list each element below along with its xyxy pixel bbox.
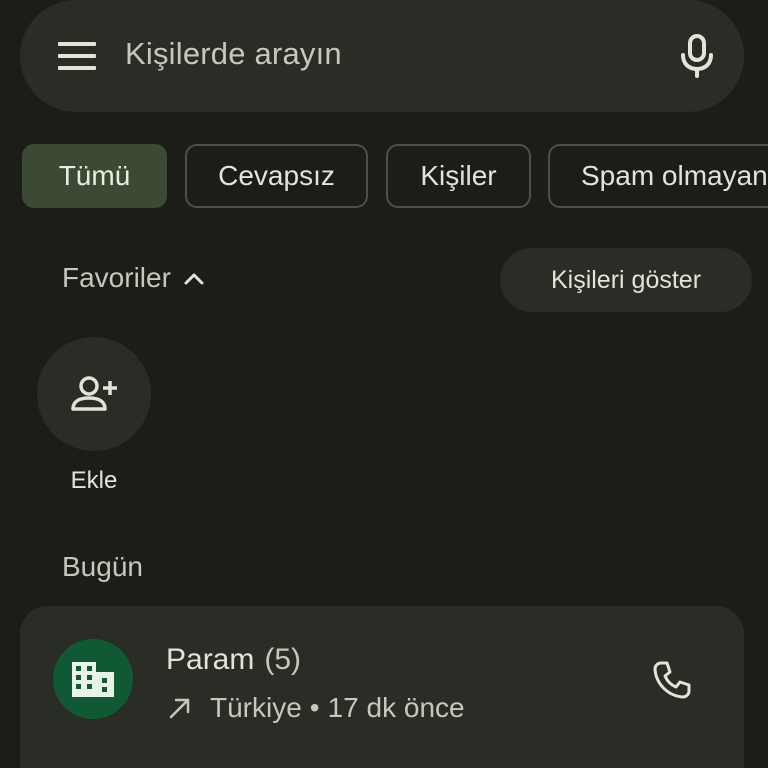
chip-missed[interactable]: Cevapsız [185, 144, 368, 208]
chip-label: Tümü [58, 160, 131, 191]
chip-all[interactable]: Tümü [22, 144, 167, 208]
avatar[interactable] [53, 639, 133, 719]
add-favorite-label: Ekle [70, 467, 118, 494]
show-contacts-button[interactable]: Kişileri göster [500, 248, 752, 312]
chevron-up-icon [184, 273, 204, 285]
phone-icon[interactable] [652, 660, 692, 700]
favorites-title: Favoriler [62, 262, 171, 293]
favorites-header[interactable]: Favoriler [62, 262, 205, 294]
search-bar[interactable]: Kişilerde arayın [20, 0, 744, 112]
search-input[interactable]: Kişilerde arayın [125, 36, 342, 72]
outgoing-call-icon [169, 698, 190, 719]
section-title-today: Bugün [62, 551, 143, 582]
chip-label: Spam olmayan [581, 160, 768, 191]
phone-app-screen: Kişilerde arayın Tümü Cevapsız Kişiler S… [0, 0, 768, 768]
chip-not-spam[interactable]: Spam olmayan [548, 144, 768, 208]
call-log-entry[interactable]: Param (5) Türkiye • 17 dk önce [20, 606, 744, 768]
chip-contacts[interactable]: Kişiler [386, 144, 531, 208]
business-icon [72, 662, 114, 697]
call-time: 17 dk önce [327, 692, 465, 723]
call-location: Türkiye [210, 692, 302, 723]
menu-icon[interactable] [58, 42, 96, 70]
call-count: (5) [264, 643, 302, 676]
contact-name-row: Param (5) [166, 643, 301, 677]
person-add-icon [71, 376, 117, 411]
mic-icon[interactable] [680, 34, 714, 78]
contact-name: Param [166, 643, 255, 676]
add-favorite-button[interactable] [37, 337, 151, 451]
call-details: Türkiye • 17 dk önce [168, 692, 465, 724]
separator-dot: • [309, 692, 320, 723]
show-contacts-label: Kişileri göster [550, 265, 702, 294]
chip-label: Kişiler [420, 160, 497, 191]
chip-label: Cevapsız [218, 160, 335, 191]
